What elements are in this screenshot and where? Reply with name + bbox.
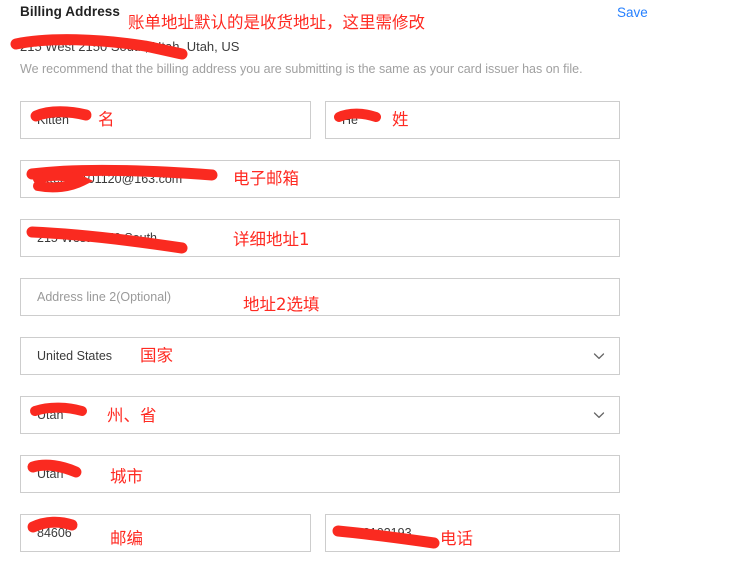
email-field[interactable]: kitten02101120@163.com	[20, 160, 620, 198]
city-value: Utah	[37, 467, 64, 481]
state-value: Utah	[37, 408, 64, 422]
first-name-value: Kitten	[37, 113, 69, 127]
first-name-field[interactable]: Kitten	[20, 101, 311, 139]
recommendation-note: We recommend that the billing address yo…	[20, 62, 583, 76]
city-field[interactable]: Utah	[20, 455, 620, 493]
address-line-2-field[interactable]: Address line 2(Optional)	[20, 278, 620, 316]
country-select[interactable]: United States	[20, 337, 620, 375]
zip-code-field[interactable]: 84606	[20, 514, 311, 552]
email-value: kitten02101120@163.com	[37, 172, 183, 186]
last-name-field[interactable]: He	[325, 101, 620, 139]
phone-value: 8162103193	[342, 526, 412, 540]
save-button[interactable]: Save	[617, 5, 648, 20]
country-value: United States	[37, 349, 113, 363]
address-line-1-field[interactable]: 215 West 2150 South	[20, 219, 620, 257]
phone-field[interactable]: 8162103193	[325, 514, 620, 552]
chevron-down-icon	[593, 409, 605, 421]
last-name-value: He	[342, 113, 358, 127]
billing-address-header: Billing Address Save	[0, 0, 735, 30]
address-line-2-placeholder: Address line 2(Optional)	[37, 290, 172, 304]
address-line-1-value: 215 West 2150 South	[37, 231, 157, 245]
chevron-down-icon	[593, 350, 605, 362]
page-title: Billing Address	[20, 4, 121, 19]
current-address-text: 215 West 2150 South, Utah, Utah, US	[20, 39, 240, 54]
zip-code-value: 84606	[37, 526, 72, 540]
state-select[interactable]: Utah	[20, 396, 620, 434]
